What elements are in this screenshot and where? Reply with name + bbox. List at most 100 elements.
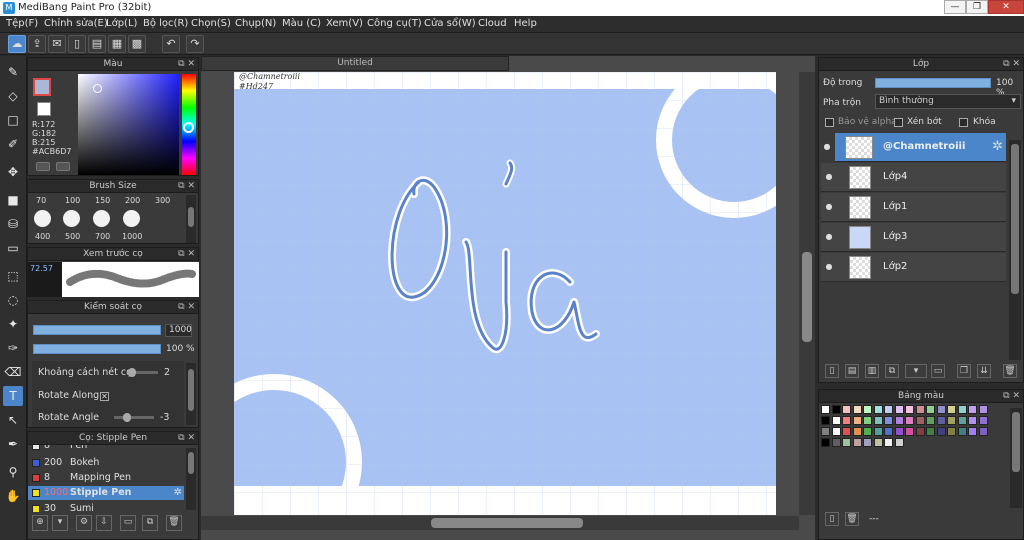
- eye-icon[interactable]: ●: [822, 142, 832, 152]
- layer-watermark[interactable]: ● @Chamnetroiii ✲: [824, 133, 1006, 162]
- palette-swatch[interactable]: [852, 427, 862, 436]
- hand-icon[interactable]: ✋: [3, 486, 23, 506]
- eye-icon[interactable]: ●: [824, 232, 834, 242]
- palette-swatch[interactable]: [884, 438, 893, 447]
- palette-swatch[interactable]: [947, 416, 956, 425]
- palette-swatch[interactable]: [905, 416, 914, 425]
- palette-swatch[interactable]: [926, 416, 935, 425]
- dropper-icon[interactable]: ⚲: [3, 462, 23, 482]
- move-icon[interactable]: ✥: [3, 162, 23, 182]
- panel-buttons[interactable]: ⧉ ✕: [178, 432, 195, 445]
- size-1000[interactable]: 1000: [122, 232, 142, 241]
- duplicate-layer-icon[interactable]: ⧉: [885, 364, 899, 378]
- gradient-icon[interactable]: ▭: [3, 238, 23, 258]
- brush-size-scrollbar[interactable]: [186, 195, 196, 243]
- horizontal-scroll-thumb[interactable]: [431, 518, 583, 528]
- palette-swatch[interactable]: [947, 427, 956, 436]
- palette-swatch[interactable]: [957, 427, 967, 436]
- palette-swatch[interactable]: [947, 405, 956, 414]
- canvas-artwork[interactable]: @Chamnetroiii #Hd247: [234, 72, 776, 515]
- brush-size-input[interactable]: 1000: [165, 324, 192, 337]
- eye-icon[interactable]: ●: [824, 202, 834, 212]
- menu-file[interactable]: Tệp(F): [6, 18, 38, 29]
- palette-swatch[interactable]: [873, 405, 883, 414]
- palette-swatch[interactable]: [894, 427, 904, 436]
- palette-swatch[interactable]: [926, 427, 935, 436]
- download-brush-icon[interactable]: ⇩: [96, 515, 112, 531]
- comment-icon[interactable]: ✉: [48, 35, 66, 53]
- share-icon[interactable]: ⇪: [28, 35, 46, 53]
- scroll-thumb[interactable]: [188, 369, 194, 411]
- trash-icon[interactable]: 🗑: [845, 512, 859, 526]
- brush-item-sumi[interactable]: 30 Sumi: [28, 502, 184, 512]
- gear-icon[interactable]: ✲: [992, 139, 1003, 154]
- maximize-button[interactable]: ❐: [966, 0, 988, 14]
- layers-scrollbar[interactable]: [1009, 140, 1021, 360]
- redo-icon[interactable]: ↷: [186, 35, 204, 53]
- brush-size-slider[interactable]: [33, 325, 161, 335]
- bucket-icon[interactable]: ⛁: [3, 214, 23, 234]
- palette-swatch[interactable]: [968, 416, 977, 425]
- eye-icon[interactable]: ●: [824, 262, 834, 272]
- brush-menu-icon[interactable]: ▾: [52, 515, 68, 531]
- palette-swatch[interactable]: [852, 438, 862, 447]
- palette-swatch[interactable]: [863, 416, 872, 425]
- palette-swatch[interactable]: [842, 427, 851, 436]
- palette-swatch[interactable]: [852, 416, 862, 425]
- eraser-icon[interactable]: ◇: [3, 86, 23, 106]
- color-mode-button[interactable]: [36, 162, 50, 171]
- hue-cursor[interactable]: [183, 122, 194, 133]
- palette-swatch[interactable]: [894, 438, 904, 447]
- lock-checkbox[interactable]: [959, 118, 968, 127]
- lasso-icon[interactable]: ◌: [3, 290, 23, 310]
- palette-swatch[interactable]: [821, 427, 830, 436]
- size-700-dot[interactable]: [93, 210, 110, 227]
- panel-buttons[interactable]: ⧉ ✕: [178, 180, 195, 193]
- undo-icon[interactable]: ↶: [162, 35, 180, 53]
- menu-capture[interactable]: Chụp(N): [235, 18, 276, 29]
- palette-swatch[interactable]: [873, 438, 883, 447]
- brush-list-scrollbar[interactable]: [186, 448, 196, 510]
- palette-swatch[interactable]: [821, 438, 830, 447]
- panel-buttons[interactable]: ⧉ ✕: [1003, 390, 1020, 403]
- palette-swatch[interactable]: [842, 405, 851, 414]
- palette-swatch[interactable]: [968, 427, 977, 436]
- brush-opacity-slider[interactable]: [33, 344, 161, 354]
- layer-opacity-slider[interactable]: [875, 78, 991, 88]
- select-pen-icon[interactable]: ✑: [3, 338, 23, 358]
- palette-swatch[interactable]: [936, 416, 946, 425]
- grid-icon[interactable]: ▩: [128, 35, 146, 53]
- palette-swatch[interactable]: [936, 405, 946, 414]
- folder-icon[interactable]: ▭: [931, 364, 945, 378]
- close-button[interactable]: ✕: [988, 0, 1024, 14]
- size-400[interactable]: 400: [35, 232, 50, 241]
- palette-swatch[interactable]: [863, 438, 872, 447]
- panel-buttons[interactable]: ⧉ ✕: [1003, 58, 1020, 71]
- brush-control-scrollbar[interactable]: [186, 363, 196, 425]
- spacing-thumb[interactable]: [128, 368, 136, 377]
- brush-icon[interactable]: ✎: [3, 62, 23, 82]
- palette-swatch[interactable]: [873, 427, 883, 436]
- brush-item-stipple-pen[interactable]: 1000 Stipple Pen ✲: [28, 486, 184, 500]
- brush-item-bokeh[interactable]: 200 Bokeh: [28, 456, 184, 470]
- palette-swatch[interactable]: [915, 427, 925, 436]
- page-icon[interactable]: ▤: [88, 35, 106, 53]
- size-300[interactable]: 300: [155, 196, 170, 205]
- palette-swatch[interactable]: [863, 405, 872, 414]
- layer-menu-icon[interactable]: ▾: [905, 364, 927, 378]
- copy-brush-icon[interactable]: ⧉: [142, 515, 158, 531]
- vertical-scroll-thumb[interactable]: [802, 252, 812, 342]
- palette-swatch[interactable]: [884, 405, 893, 414]
- tab-untitled[interactable]: Untitled: [201, 56, 509, 71]
- menu-layer[interactable]: Lớp(L): [106, 18, 137, 29]
- scroll-thumb[interactable]: [1011, 144, 1019, 294]
- panel-buttons[interactable]: ⧉ ✕: [178, 58, 195, 71]
- palette-swatch[interactable]: [852, 405, 862, 414]
- select-eraser-icon[interactable]: ⌫: [3, 362, 23, 382]
- panel-buttons[interactable]: ⧉ ✕: [178, 248, 195, 261]
- palette-swatch[interactable]: [978, 416, 988, 425]
- menu-tools[interactable]: Công cụ(T): [367, 18, 422, 29]
- add-brush-icon[interactable]: ⊕: [32, 515, 48, 531]
- palette-swatch[interactable]: [905, 427, 914, 436]
- pen-icon[interactable]: ✐: [3, 134, 23, 154]
